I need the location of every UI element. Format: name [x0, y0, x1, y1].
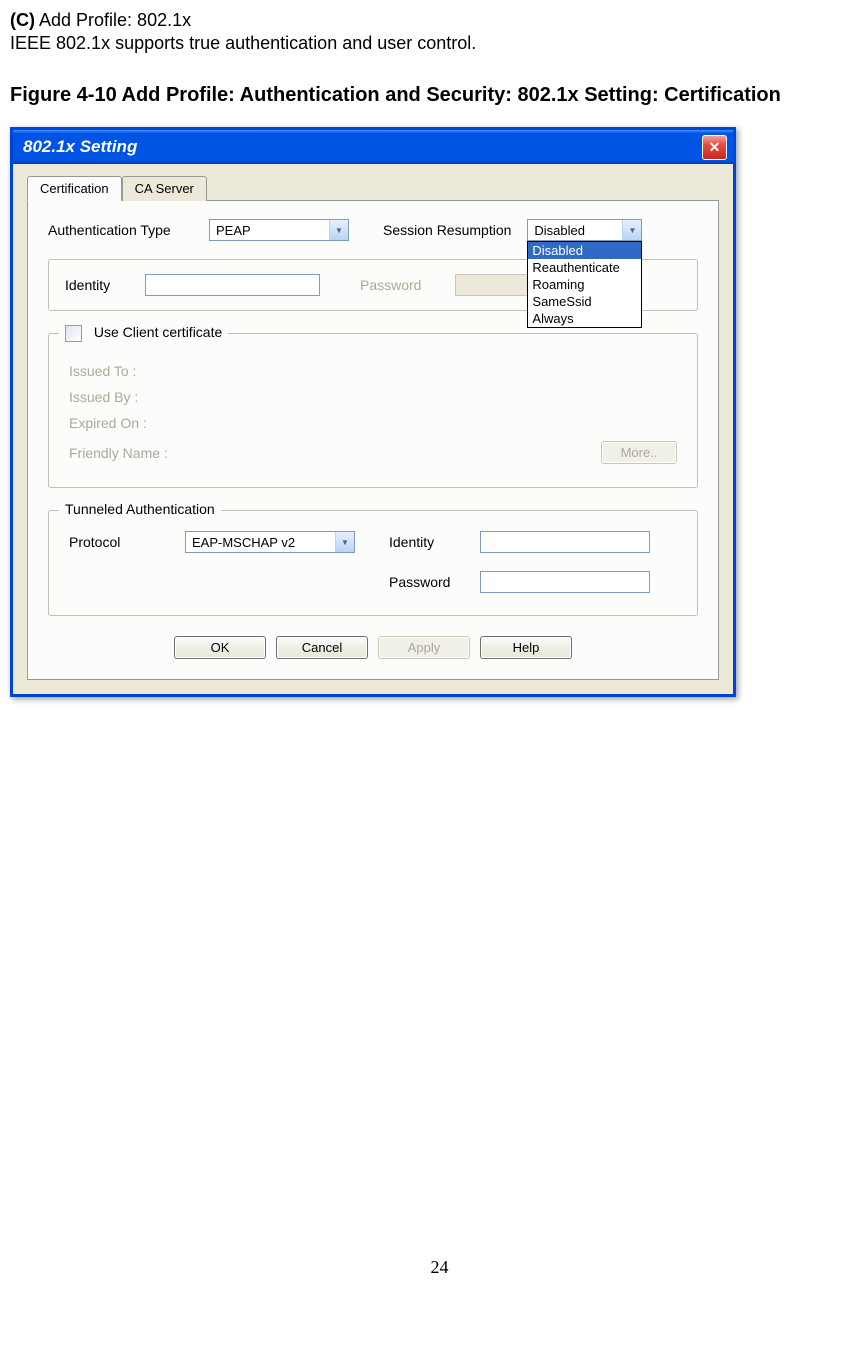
tunneled-password-label: Password	[389, 574, 464, 590]
figure-caption: Figure 4-10 Add Profile: Authentication …	[10, 84, 859, 107]
protocol-combo[interactable]: EAP-MSCHAP v2 ▼	[185, 531, 355, 553]
dropdown-option-roaming[interactable]: Roaming	[528, 276, 641, 293]
identity-label: Identity	[65, 277, 125, 293]
expired-on-label: Expired On :	[69, 415, 147, 431]
client-cert-checkbox-label: Use Client certificate	[94, 324, 222, 340]
heading-prefix: (C)	[10, 10, 35, 30]
session-resumption-label: Session Resumption	[383, 222, 511, 238]
tunneled-password-input[interactable]	[480, 571, 650, 593]
client-cert-checkbox[interactable]	[65, 325, 82, 342]
auth-type-combo[interactable]: PEAP ▼	[209, 219, 349, 241]
client-cert-legend: Use Client certificate	[59, 324, 228, 342]
chevron-down-icon: ▼	[335, 532, 354, 552]
cancel-button[interactable]: Cancel	[276, 636, 368, 659]
tab-certification[interactable]: Certification	[27, 176, 122, 201]
help-button[interactable]: Help	[480, 636, 572, 659]
dialog-button-row: OK Cancel Apply Help	[48, 636, 698, 659]
session-resumption-dropdown: Disabled Reauthenticate Roaming SameSsid…	[527, 241, 642, 328]
close-button[interactable]: ✕	[702, 135, 727, 160]
dropdown-option-samessid[interactable]: SameSsid	[528, 293, 641, 310]
protocol-label: Protocol	[69, 534, 169, 550]
dialog-8021x-setting: 802.1x Setting ✕ Certification CA Server…	[10, 127, 736, 697]
tunneled-identity-input[interactable]	[480, 531, 650, 553]
dropdown-option-disabled[interactable]: Disabled	[528, 242, 641, 259]
doc-subheading: IEEE 802.1x supports true authentication…	[10, 33, 859, 54]
doc-heading: (C) Add Profile: 802.1x	[10, 10, 859, 31]
password-label: Password	[360, 277, 435, 293]
chevron-down-icon: ▼	[622, 220, 641, 240]
ok-button[interactable]: OK	[174, 636, 266, 659]
auth-type-label: Authentication Type	[48, 222, 193, 238]
session-resumption-combo[interactable]: Disabled ▼	[527, 219, 642, 241]
protocol-value: EAP-MSCHAP v2	[186, 533, 335, 552]
heading-text: Add Profile: 802.1x	[35, 10, 191, 30]
close-icon: ✕	[709, 139, 721, 156]
tunneled-auth-group: Tunneled Authentication Protocol EAP-MSC…	[48, 510, 698, 616]
more-button: More..	[601, 441, 677, 464]
friendly-name-label: Friendly Name :	[69, 445, 168, 461]
tunneled-auth-legend: Tunneled Authentication	[59, 501, 221, 517]
session-resumption-value: Disabled	[528, 221, 622, 240]
dropdown-option-always[interactable]: Always	[528, 310, 641, 327]
dropdown-option-reauthenticate[interactable]: Reauthenticate	[528, 259, 641, 276]
page-number: 24	[10, 1257, 859, 1278]
tunneled-identity-label: Identity	[389, 534, 464, 550]
chevron-down-icon: ▼	[329, 220, 348, 240]
client-cert-group: Use Client certificate Issued To : Issue…	[48, 333, 698, 488]
identity-input[interactable]	[145, 274, 320, 296]
tab-ca-server[interactable]: CA Server	[122, 176, 207, 201]
apply-button: Apply	[378, 636, 470, 659]
tab-content-certification: Authentication Type PEAP ▼ Session Resum…	[27, 200, 719, 680]
issued-to-label: Issued To :	[69, 363, 136, 379]
issued-by-label: Issued By :	[69, 389, 138, 405]
titlebar: 802.1x Setting ✕	[13, 130, 733, 164]
dialog-title: 802.1x Setting	[23, 137, 137, 157]
tabs: Certification CA Server	[27, 176, 719, 201]
auth-type-value: PEAP	[210, 221, 329, 240]
